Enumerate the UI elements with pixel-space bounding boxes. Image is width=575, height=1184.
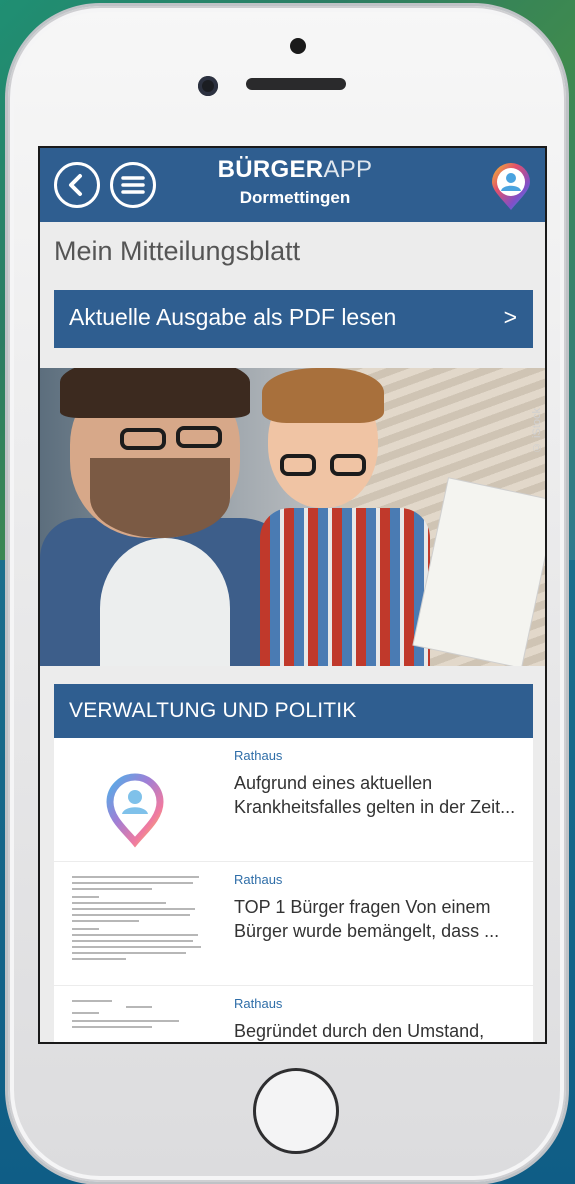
earpiece-speaker (246, 78, 346, 90)
brand-light: APP (323, 156, 373, 183)
man-beard (90, 458, 230, 538)
news-thumbnail (64, 748, 214, 852)
news-category: Rathaus (234, 748, 283, 763)
boy-glasses-left (280, 454, 316, 476)
town-name: Dormettingen (239, 188, 351, 207)
man-tshirt (100, 538, 230, 666)
sensor-dot (290, 38, 306, 54)
news-category: Rathaus (234, 996, 283, 1011)
chevron-right-icon: > (503, 304, 517, 330)
hamburger-icon (121, 176, 145, 194)
news-teaser: Aufgrund eines aktuellen Krankheitsfalle… (234, 773, 516, 817)
news-list: Rathaus Aufgrund eines aktuellen Krankhe… (54, 738, 533, 1042)
list-item[interactable]: Rathaus Aufgrund eines aktuellen Krankhe… (54, 738, 533, 862)
man-glasses-right (176, 426, 222, 448)
news-teaser: TOP 1 Bürger fragen Von einem Bürger wur… (234, 897, 500, 941)
boy-glasses-right (330, 454, 366, 476)
app-screen: BÜRGERAPP Dormettingen Mein Mitteilungsb… (38, 146, 547, 1044)
brand-bold: BÜRGER (217, 156, 324, 183)
menu-button[interactable] (110, 162, 156, 208)
document-preview-lines (72, 1000, 206, 1032)
back-button[interactable] (54, 162, 100, 208)
image-credit: © iStock (531, 408, 543, 454)
hero-image: © iStock (40, 368, 545, 666)
news-teaser: Begründet durch den Umstand, (234, 1021, 485, 1041)
section-title: VERWALTUNG UND POLITIK (69, 699, 357, 722)
app-header: BÜRGERAPP Dormettingen (40, 148, 545, 222)
page-title: Mein Mitteilungsblatt (54, 236, 301, 266)
document-preview-lines (72, 876, 206, 964)
brand-name: BÜRGERAPP (200, 156, 390, 184)
front-camera (198, 76, 218, 96)
document-thumbnail (64, 872, 214, 976)
home-button[interactable] (253, 1068, 339, 1154)
news-category: Rathaus (234, 872, 283, 887)
list-item[interactable]: Rathaus Begründet durch den Umstand, (54, 986, 533, 1042)
list-item[interactable]: Rathaus TOP 1 Bürger fragen Von einem Bü… (54, 862, 533, 986)
man-glasses-left (120, 428, 166, 450)
app-logo-icon (106, 773, 164, 848)
profile-button[interactable] (489, 162, 533, 212)
user-location-pin-icon (492, 163, 530, 210)
boy-shirt (260, 508, 430, 666)
chevron-left-icon (69, 174, 82, 196)
read-pdf-label: Aktuelle Ausgabe als PDF lesen (69, 304, 397, 330)
app-brand: BÜRGERAPP Dormettingen (200, 156, 390, 208)
boy-hair (262, 368, 384, 423)
read-pdf-button[interactable]: Aktuelle Ausgabe als PDF lesen > (54, 290, 533, 348)
section-header: VERWALTUNG UND POLITIK (54, 684, 533, 738)
man-hair (60, 368, 250, 418)
document-thumbnail (64, 996, 214, 1042)
